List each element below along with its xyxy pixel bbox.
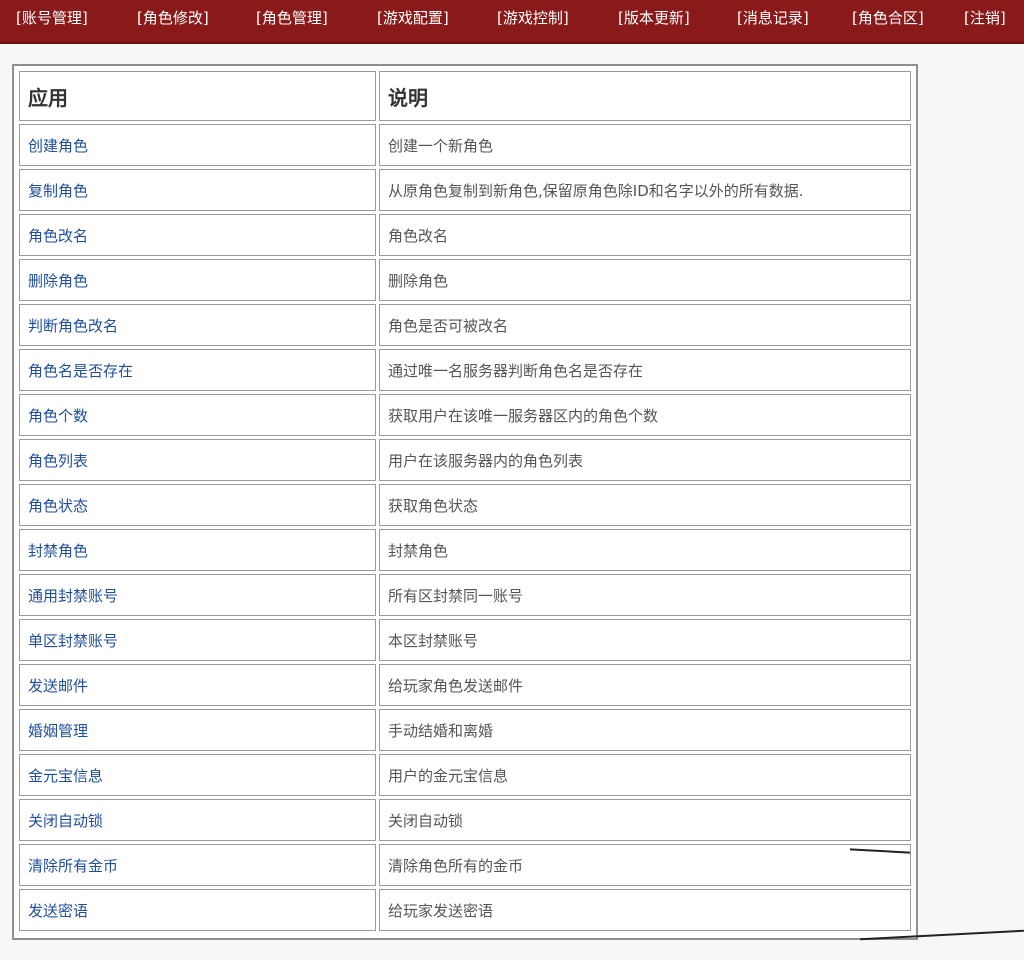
table-row: 角色改名 角色改名 — [19, 214, 911, 256]
nav-item-game-control[interactable]: [游戏控制] — [497, 4, 569, 32]
app-link[interactable]: 角色状态 — [19, 484, 376, 526]
app-link[interactable]: 发送邮件 — [19, 664, 376, 706]
table-row: 单区封禁账号 本区封禁账号 — [19, 619, 911, 661]
app-description: 用户在该服务器内的角色列表 — [379, 439, 911, 481]
header-app: 应用 — [19, 71, 376, 121]
app-link[interactable]: 删除角色 — [19, 259, 376, 301]
table-row: 关闭自动锁 关闭自动锁 — [19, 799, 911, 841]
app-link[interactable]: 单区封禁账号 — [19, 619, 376, 661]
table-header-row: 应用 说明 — [19, 71, 911, 121]
app-description: 用户的金元宝信息 — [379, 754, 911, 796]
nav-item-message-log[interactable]: [消息记录] — [737, 4, 809, 32]
table-row: 婚姻管理 手动结婚和离婚 — [19, 709, 911, 751]
app-description: 通过唯一名服务器判断角色名是否存在 — [379, 349, 911, 391]
table-row: 角色状态 获取角色状态 — [19, 484, 911, 526]
nav-item-account-management[interactable]: [账号管理] — [16, 4, 88, 32]
app-description: 创建一个新角色 — [379, 124, 911, 166]
app-description: 给玩家角色发送邮件 — [379, 664, 911, 706]
app-description: 获取用户在该唯一服务器区内的角色个数 — [379, 394, 911, 436]
table-row: 发送邮件 给玩家角色发送邮件 — [19, 664, 911, 706]
app-link[interactable]: 复制角色 — [19, 169, 376, 211]
nav-menu: [账号管理] [角色修改] [角色管理] [游戏配置] [游戏控制] [版本更新… — [0, 4, 1024, 32]
nav-item-game-config[interactable]: [游戏配置] — [377, 4, 449, 32]
app-table: 应用 说明 创建角色 创建一个新角色 复制角色 从原角色复制到新角色,保留原角色除I… — [16, 68, 914, 934]
header-desc: 说明 — [379, 71, 911, 121]
table-row: 角色名是否存在 通过唯一名服务器判断角色名是否存在 — [19, 349, 911, 391]
app-link[interactable]: 通用封禁账号 — [19, 574, 376, 616]
app-link[interactable]: 封禁角色 — [19, 529, 376, 571]
table-row: 角色列表 用户在该服务器内的角色列表 — [19, 439, 911, 481]
app-link[interactable]: 判断角色改名 — [19, 304, 376, 346]
table-row: 角色个数 获取用户在该唯一服务器区内的角色个数 — [19, 394, 911, 436]
app-description: 关闭自动锁 — [379, 799, 911, 841]
app-table-container: 应用 说明 创建角色 创建一个新角色 复制角色 从原角色复制到新角色,保留原角色除I… — [12, 64, 918, 940]
app-link[interactable]: 角色列表 — [19, 439, 376, 481]
app-link[interactable]: 清除所有金币 — [19, 844, 376, 886]
app-description: 所有区封禁同一账号 — [379, 574, 911, 616]
top-nav-bar: [账号管理] [角色修改] [角色管理] [游戏配置] [游戏控制] [版本更新… — [0, 0, 1024, 44]
app-description: 清除角色所有的金币 — [379, 844, 911, 886]
table-row: 封禁角色 封禁角色 — [19, 529, 911, 571]
app-description: 获取角色状态 — [379, 484, 911, 526]
table-row: 复制角色 从原角色复制到新角色,保留原角色除ID和名字以外的所有数据. — [19, 169, 911, 211]
app-link[interactable]: 角色改名 — [19, 214, 376, 256]
table-row: 删除角色 删除角色 — [19, 259, 911, 301]
app-link[interactable]: 婚姻管理 — [19, 709, 376, 751]
app-description: 从原角色复制到新角色,保留原角色除ID和名字以外的所有数据. — [379, 169, 911, 211]
app-description: 封禁角色 — [379, 529, 911, 571]
nav-item-version-update[interactable]: [版本更新] — [618, 4, 690, 32]
nav-item-role-management[interactable]: [角色管理] — [256, 4, 328, 32]
app-description: 手动结婚和离婚 — [379, 709, 911, 751]
app-link[interactable]: 创建角色 — [19, 124, 376, 166]
table-row: 清除所有金币 清除角色所有的金币 — [19, 844, 911, 886]
nav-item-role-modify[interactable]: [角色修改] — [137, 4, 209, 32]
table-row: 判断角色改名 角色是否可被改名 — [19, 304, 911, 346]
app-description: 本区封禁账号 — [379, 619, 911, 661]
app-link[interactable]: 金元宝信息 — [19, 754, 376, 796]
app-link[interactable]: 角色个数 — [19, 394, 376, 436]
app-description: 给玩家发送密语 — [379, 889, 911, 931]
app-description: 删除角色 — [379, 259, 911, 301]
app-description: 角色改名 — [379, 214, 911, 256]
table-row: 金元宝信息 用户的金元宝信息 — [19, 754, 911, 796]
table-row: 通用封禁账号 所有区封禁同一账号 — [19, 574, 911, 616]
app-description: 角色是否可被改名 — [379, 304, 911, 346]
app-link[interactable]: 角色名是否存在 — [19, 349, 376, 391]
app-link[interactable]: 关闭自动锁 — [19, 799, 376, 841]
nav-item-logout[interactable]: [注销] — [964, 4, 1006, 32]
table-row: 发送密语 给玩家发送密语 — [19, 889, 911, 931]
table-row: 创建角色 创建一个新角色 — [19, 124, 911, 166]
nav-item-role-merge[interactable]: [角色合区] — [852, 4, 924, 32]
app-link[interactable]: 发送密语 — [19, 889, 376, 931]
